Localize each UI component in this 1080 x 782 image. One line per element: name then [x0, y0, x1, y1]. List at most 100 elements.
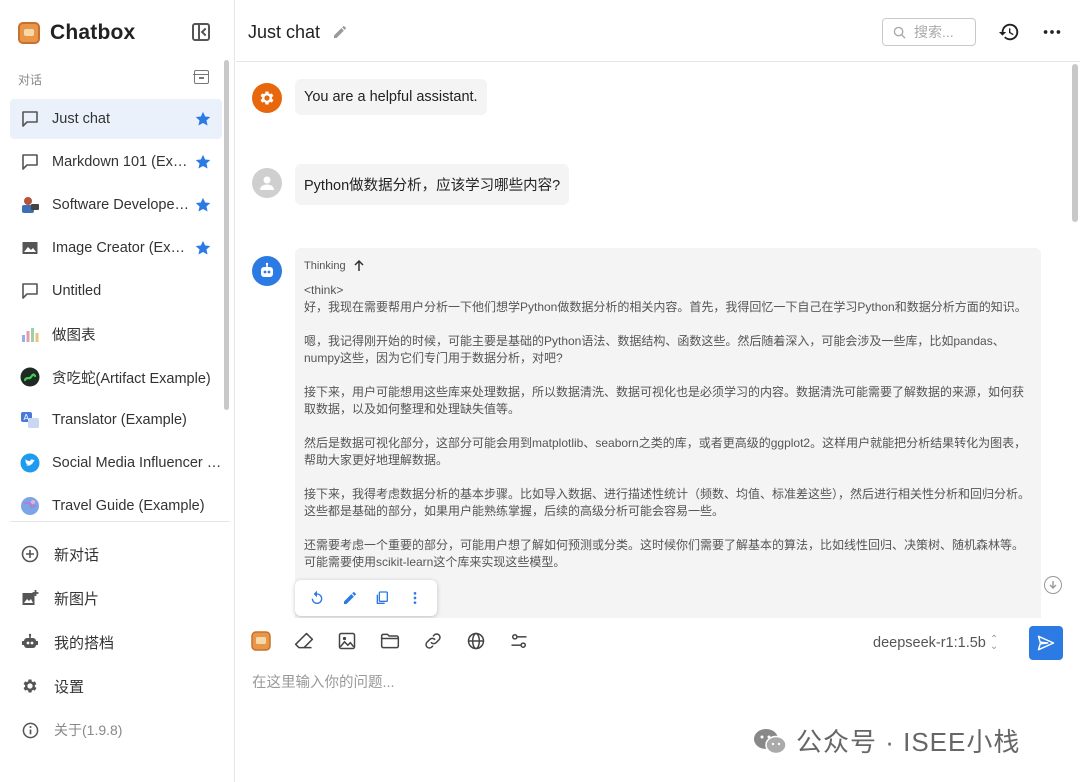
chatbox-copilot-icon[interactable] [250, 630, 272, 652]
about-button[interactable]: 关于(1.9.8) [12, 708, 122, 752]
action-label: 关于(1.9.8) [54, 722, 123, 738]
composer-toolbar [250, 630, 551, 652]
more-vertical-icon[interactable] [406, 589, 424, 607]
chat-title: Just chat [248, 22, 321, 42]
collapse-sidebar-icon[interactable] [192, 23, 210, 41]
conversation-label: 贪吃蛇(Artifact Example) [52, 370, 211, 387]
model-select[interactable]: deepseek-r1:1.5b ⌃ ⌄ [873, 634, 999, 652]
conversation-item-untitled[interactable]: Untitled [10, 271, 222, 311]
conversation-item-just-chat[interactable]: Just chat [10, 99, 222, 139]
user-message: Python做数据分析，应该学习哪些内容? [295, 164, 570, 205]
search-icon [893, 26, 906, 39]
app-name: Chatbox [50, 21, 136, 44]
conversation-label: Social Media Influencer (Example) [52, 455, 222, 471]
my-copilots-button[interactable]: 我的搭档 [12, 620, 122, 664]
conversation-item-make-chart[interactable]: 做图表 [10, 314, 222, 354]
conversation-item-social-media-influencer[interactable]: Social Media Influencer (Example) [10, 443, 222, 483]
conversation-label: Software Developer (Example) [52, 197, 192, 213]
svg-text:A: A [24, 413, 30, 422]
settings-sliders-icon[interactable] [508, 630, 530, 652]
conversation-label: Markdown 101 (Example) [52, 154, 192, 170]
settings-button[interactable]: 设置 [12, 664, 122, 708]
think-paragraph: 嗯，我记得刚开始的时候，可能主要是基础的Python语法、数据结构、函数这些。然… [304, 334, 1005, 365]
user-avatar [252, 168, 282, 198]
conversation-item-markdown-101[interactable]: Markdown 101 (Example) [10, 142, 222, 182]
system-message-text: You are a helpful assistant. [304, 89, 478, 105]
system-message: You are a helpful assistant. [295, 79, 487, 115]
pencil-icon[interactable] [332, 24, 348, 40]
system-avatar [252, 83, 282, 113]
eraser-icon[interactable] [293, 630, 315, 652]
think-paragraph: 好，我现在需要帮用户分析一下他们想学Python做数据分析的相关内容。首先，我得… [304, 300, 1027, 314]
model-name: deepseek-r1:1.5b [873, 635, 986, 651]
think-paragraph: 接下来，用户可能想用这些库来处理数据，所以数据清洗、数据可视化也是必须学习的内容… [304, 385, 1025, 416]
chat-header: Just chat 搜索... [236, 0, 1080, 62]
conversation-label: 做图表 [52, 327, 96, 344]
unfold-icon: ⌃ ⌄ [989, 634, 999, 652]
sidebar: Chatbox 对话 Just chat Markdown 101 (Examp… [0, 0, 235, 782]
think-paragraph: 然后是数据可视化部分，这部分可能会用到matplotlib、seaborn之类的… [304, 436, 1027, 467]
conversation-label: Just chat [52, 111, 111, 127]
new-chat-button[interactable]: 新对话 [12, 532, 122, 576]
edit-icon[interactable] [341, 589, 359, 607]
assistant-message: Thinking <think> 好，我现在需要帮用户分析一下他们想学Pytho… [295, 248, 1041, 618]
add-image-icon [20, 588, 40, 608]
translator-avatar-icon: A [20, 410, 40, 430]
scroll-to-bottom-icon[interactable] [1044, 576, 1062, 594]
folder-icon[interactable] [379, 630, 401, 652]
link-icon[interactable] [422, 630, 444, 652]
conversation-item-software-developer[interactable]: Software Developer (Example) [10, 185, 222, 225]
star-icon[interactable] [194, 239, 212, 257]
developer-avatar-icon [20, 195, 40, 215]
send-button[interactable] [1029, 626, 1063, 660]
globe-avatar-icon [20, 496, 40, 516]
action-label: 设置 [54, 678, 85, 696]
image-upload-icon[interactable] [336, 630, 358, 652]
message-input[interactable] [252, 670, 1012, 696]
conversation-item-image-creator[interactable]: Image Creator (Example) [10, 228, 222, 268]
history-icon[interactable] [998, 21, 1020, 43]
more-options-icon[interactable] [1041, 21, 1063, 43]
conversation-item-snake-game[interactable]: 贪吃蛇(Artifact Example) [10, 357, 222, 397]
conversation-label: Image Creator (Example) [52, 240, 192, 256]
assistant-avatar [252, 256, 282, 286]
thinking-content: <think> 好，我现在需要帮用户分析一下他们想学Python做数据分析的相关… [304, 282, 1031, 571]
wechat-icon [754, 728, 787, 754]
snake-avatar-icon [20, 367, 40, 387]
star-icon[interactable] [194, 110, 212, 128]
sidebar-actions: 新对话 新图片 我的搭档 设置 关于(1.9.8) [12, 532, 122, 752]
think-paragraph: 还需要考虑一个重要的部分，可能用户想了解如何预测或分类。这时候你们需要了解基本的… [304, 538, 1025, 569]
conversation-list: Just chat Markdown 101 (Example) Softwar… [10, 99, 222, 529]
chat-bubble-icon [20, 152, 40, 172]
conversation-item-translator[interactable]: A Translator (Example) [10, 400, 222, 440]
search-placeholder: 搜索... [914, 24, 954, 40]
thinking-label: Thinking [304, 260, 346, 272]
watermark-text: 公众号 · ISEE小栈 [796, 727, 1021, 757]
gear-icon [260, 91, 274, 105]
new-image-button[interactable]: 新图片 [12, 576, 122, 620]
think-paragraph: 接下来，我得考虑数据分析的基本步骤。比如导入数据、进行描述性统计（频数、均值、标… [304, 487, 1031, 518]
message-list: You are a helpful assistant. Python做数据分析… [236, 63, 1080, 618]
robot-icon [20, 632, 40, 652]
user-message-text: Python做数据分析，应该学习哪些内容? [304, 178, 561, 194]
action-label: 我的搭档 [54, 634, 115, 652]
info-icon [20, 720, 40, 740]
message-action-toolbar [295, 580, 437, 616]
star-icon[interactable] [194, 196, 212, 214]
conversation-item-travel-guide[interactable]: Travel Guide (Example) [10, 486, 222, 526]
copy-icon[interactable] [373, 589, 391, 607]
star-icon[interactable] [194, 153, 212, 171]
chat-bubble-icon [20, 281, 40, 301]
archive-icon[interactable] [193, 70, 209, 84]
sidebar-scrollbar[interactable] [224, 60, 229, 410]
sidebar-divider [10, 521, 230, 522]
search-input[interactable]: 搜索... [882, 18, 976, 46]
think-tag: <think> [304, 283, 344, 297]
globe-icon[interactable] [465, 630, 487, 652]
arrow-up-icon [354, 260, 364, 271]
regenerate-icon[interactable] [308, 589, 326, 607]
robot-icon [261, 262, 273, 277]
image-icon [20, 238, 40, 258]
message-list-scrollbar[interactable] [1072, 64, 1078, 222]
thinking-toggle[interactable]: Thinking [304, 258, 1031, 274]
